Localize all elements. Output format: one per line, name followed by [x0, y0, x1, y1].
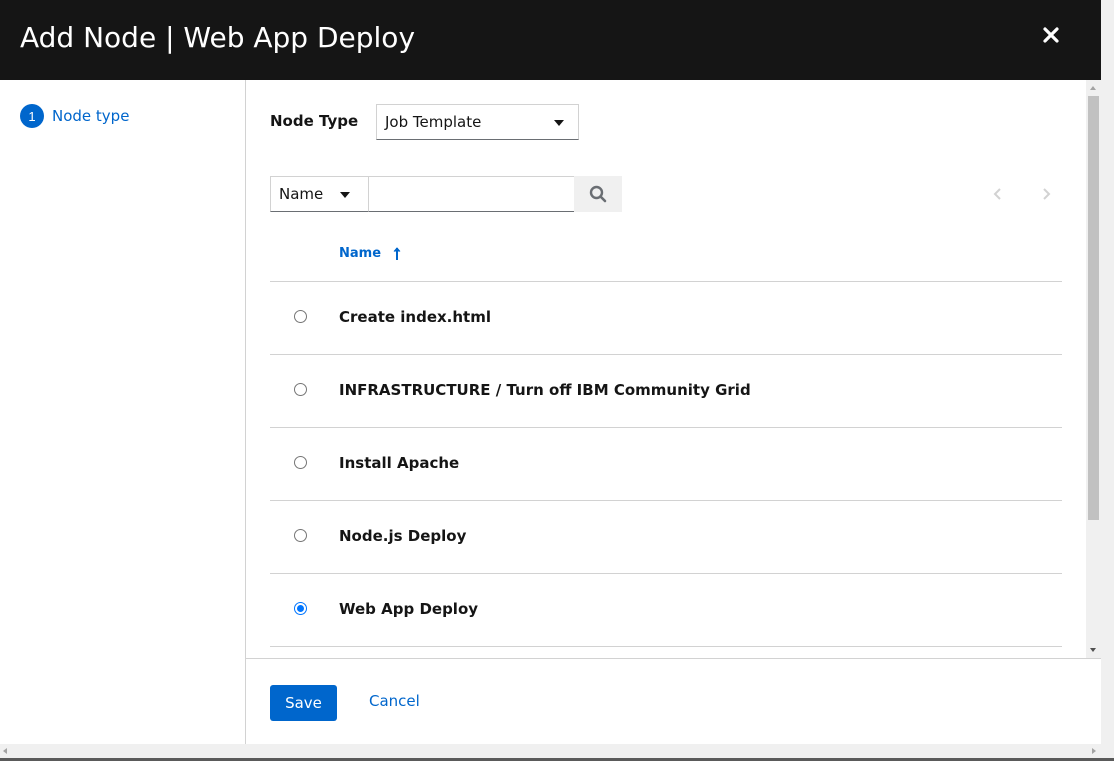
page-horizontal-scrollbar[interactable]: [0, 744, 1101, 759]
wizard-step-node-type[interactable]: 1 Node type: [20, 104, 129, 128]
row-name: Node.js Deploy: [339, 527, 467, 545]
scroll-right-icon[interactable]: [1092, 748, 1096, 754]
scrollbar-thumb[interactable]: [1088, 96, 1099, 520]
step-label: Node type: [52, 107, 130, 125]
modal-footer: Save Cancel: [246, 658, 1101, 744]
add-node-modal: Add Node | Web App Deploy 1 Node type No…: [0, 0, 1101, 744]
row-name: Create index.html: [339, 308, 491, 326]
scroll-left-icon[interactable]: [3, 748, 7, 754]
caret-down-icon: [340, 192, 350, 198]
column-header-label: Name: [339, 246, 382, 261]
job-template-list: Create index.html INFRASTRUCTURE / Turn …: [270, 282, 1062, 647]
pagination-next-button[interactable]: [1036, 184, 1056, 204]
node-type-select[interactable]: Job Template: [376, 104, 579, 140]
node-type-value: Job Template: [385, 113, 482, 131]
row-radio-selected[interactable]: [294, 602, 307, 615]
row-radio[interactable]: [294, 456, 307, 469]
table-row[interactable]: INFRASTRUCTURE / Turn off IBM Community …: [270, 355, 1062, 428]
table-row[interactable]: Node.js Deploy: [270, 501, 1062, 574]
chevron-right-icon: [1043, 188, 1051, 200]
filter-field-value: Name: [279, 185, 324, 203]
search-input[interactable]: [368, 176, 575, 212]
caret-down-icon: [554, 120, 564, 126]
modal-header: Add Node | Web App Deploy: [0, 0, 1101, 80]
modal-title: Add Node | Web App Deploy: [20, 21, 416, 54]
row-radio[interactable]: [294, 310, 307, 323]
step-number-badge: 1: [20, 104, 44, 128]
search-icon: [589, 185, 607, 203]
node-type-label: Node Type: [270, 112, 359, 130]
content-scrollbar[interactable]: [1086, 80, 1101, 658]
search-button[interactable]: [574, 176, 622, 212]
column-header-name[interactable]: Name: [339, 246, 401, 261]
row-name: INFRASTRUCTURE / Turn off IBM Community …: [339, 381, 751, 399]
cancel-button[interactable]: Cancel: [369, 692, 420, 710]
chevron-left-icon: [993, 188, 1001, 200]
row-radio[interactable]: [294, 383, 307, 396]
filter-field-select[interactable]: Name: [270, 176, 369, 212]
save-button[interactable]: Save: [270, 685, 337, 721]
scroll-down-icon[interactable]: [1090, 648, 1096, 652]
table-row[interactable]: Web App Deploy: [270, 574, 1062, 647]
close-icon[interactable]: [1038, 22, 1064, 48]
table-row[interactable]: Create index.html: [270, 282, 1062, 355]
scroll-up-icon[interactable]: [1090, 86, 1096, 90]
pagination-previous-button[interactable]: [988, 184, 1008, 204]
row-name: Install Apache: [339, 454, 460, 472]
table-header: Name: [270, 238, 1062, 282]
wizard-content: Node Type Job Template Name Name Create …: [246, 80, 1086, 658]
sort-ascending-icon: [393, 246, 401, 260]
row-name: Web App Deploy: [339, 600, 479, 618]
table-row[interactable]: Install Apache: [270, 428, 1062, 501]
row-radio[interactable]: [294, 529, 307, 542]
wizard-nav: 1 Node type: [0, 80, 246, 744]
